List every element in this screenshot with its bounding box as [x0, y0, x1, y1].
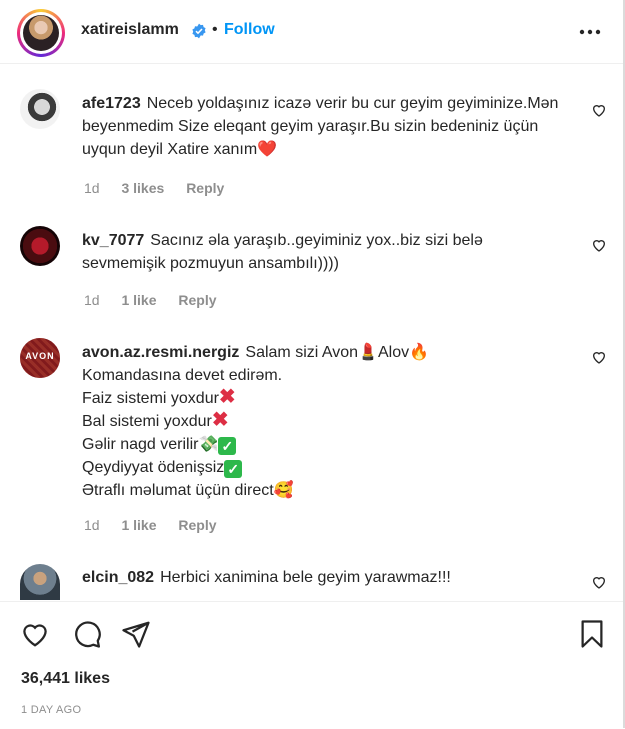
comment-username[interactable]: afe1723 — [82, 95, 141, 112]
comment-username[interactable]: avon.az.resmi.nergiz — [82, 344, 239, 361]
check-mark-emoji: ✓ — [218, 437, 237, 455]
comment-likes[interactable]: 1 like — [121, 517, 156, 533]
comment-username[interactable]: elcin_082 — [82, 569, 154, 586]
commenter-avatar[interactable]: AVON — [20, 338, 60, 378]
likes-count[interactable]: 36,441 likes — [21, 670, 110, 688]
commenter-avatar[interactable] — [20, 89, 60, 129]
verified-badge-icon — [192, 23, 206, 39]
avon-logo-text: AVON — [25, 351, 55, 361]
comment-text: elcin_082 Herbici xanimina bele geyim yar… — [82, 569, 451, 586]
comment-likes[interactable]: 1 like — [121, 292, 156, 308]
save-bookmark-icon[interactable] — [577, 619, 607, 649]
money-emoji: 💸 — [198, 436, 219, 453]
like-heart-icon[interactable] — [591, 237, 607, 253]
fire-emoji: 🔥 — [409, 344, 430, 361]
lipstick-emoji: 💄 — [358, 344, 378, 361]
comment-text: avon.az.resmi.nergiz Salam sizi Avon💄Alov… — [82, 344, 430, 499]
comment-time: 1d — [84, 180, 100, 196]
like-heart-icon[interactable] — [591, 102, 607, 118]
like-heart-icon[interactable] — [591, 574, 607, 590]
share-send-icon[interactable] — [121, 619, 151, 649]
cross-mark-emoji: ✖ — [211, 409, 229, 431]
comment-text: afe1723 Neceb yoldaşınız icazə verir bu c… — [82, 95, 559, 158]
comment-meta: 1d 1 like Reply — [84, 517, 235, 533]
like-heart-icon[interactable] — [20, 619, 50, 649]
post-header: xatireislamm • Follow — [0, 0, 623, 64]
comment-meta: 1d 3 likes Reply — [84, 180, 242, 196]
more-options-icon[interactable] — [578, 22, 602, 42]
comment-time: 1d — [84, 517, 100, 533]
separator-dot: • — [212, 21, 218, 38]
smiling-face-emoji: 🥰 — [273, 482, 294, 499]
comment-likes[interactable]: 3 likes — [121, 180, 164, 196]
comment-time: 1d — [84, 292, 100, 308]
commenter-avatar[interactable] — [20, 226, 60, 266]
comment-meta: 1d 1 like Reply — [84, 292, 235, 308]
heart-emoji: ❤️ — [257, 141, 278, 158]
check-mark-emoji: ✓ — [224, 460, 243, 478]
comment-username[interactable]: kv_7077 — [82, 232, 144, 249]
comment-text: kv_7077 Sacınız əla yaraşıb..geyiminiz yo… — [82, 232, 483, 272]
post-timestamp: 1 DAY AGO — [21, 704, 82, 716]
commenter-avatar[interactable] — [20, 564, 60, 600]
like-heart-icon[interactable] — [591, 349, 607, 365]
comment-bubble-icon[interactable] — [72, 619, 102, 649]
owner-username[interactable]: xatireislamm — [81, 21, 179, 39]
follow-button[interactable]: Follow — [224, 21, 275, 39]
reply-button[interactable]: Reply — [178, 517, 216, 533]
reply-button[interactable]: Reply — [186, 180, 224, 196]
owner-avatar[interactable] — [17, 9, 65, 57]
reply-button[interactable]: Reply — [178, 292, 216, 308]
cross-mark-emoji: ✖ — [218, 386, 236, 408]
